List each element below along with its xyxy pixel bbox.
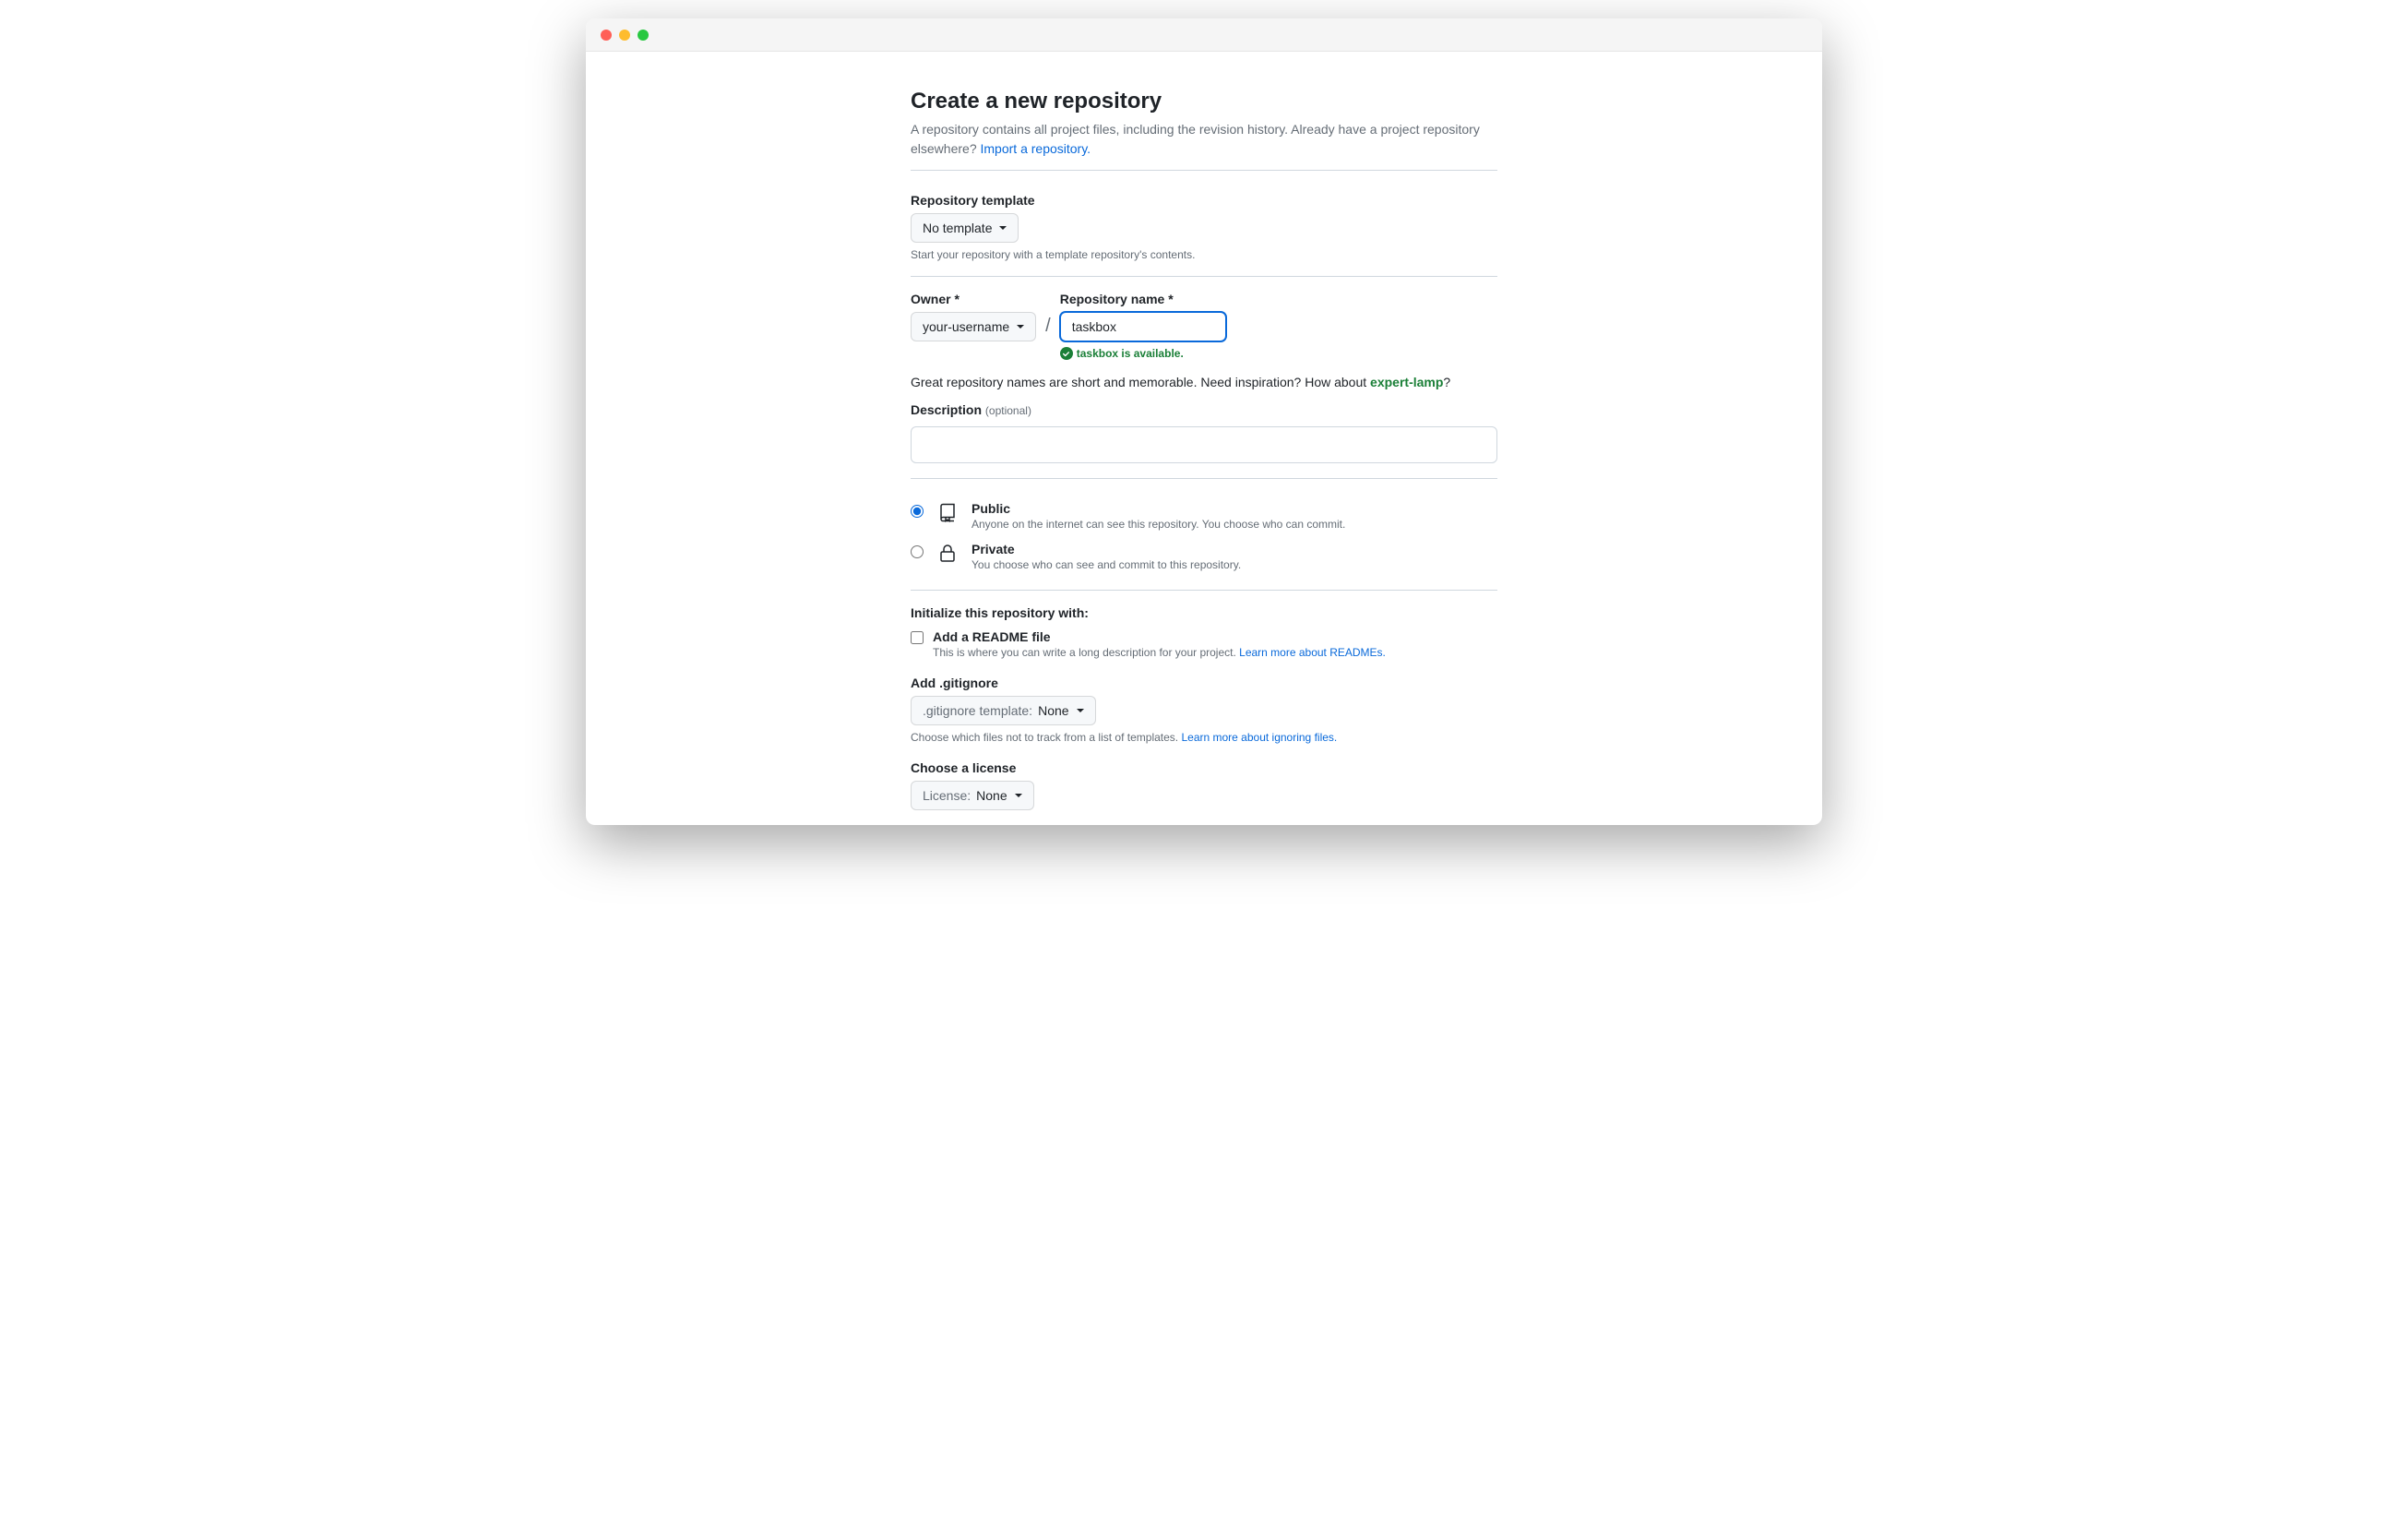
template-section: Repository template No template Start yo… — [911, 171, 1497, 276]
chevron-down-icon — [1015, 794, 1022, 797]
owner-value: your-username — [923, 317, 1009, 336]
availability-indicator: taskbox is available. — [1060, 347, 1226, 360]
license-dropdown[interactable]: License: None — [911, 781, 1034, 810]
page-content: Create a new repository A repository con… — [586, 52, 1822, 825]
license-value: None — [976, 786, 1007, 805]
gitignore-value: None — [1038, 701, 1068, 720]
public-radio[interactable] — [911, 505, 924, 518]
suggested-name-link[interactable]: expert-lamp — [1370, 375, 1443, 389]
private-content: Private You choose who can see and commi… — [972, 542, 1497, 571]
initialize-section: Initialize this repository with: Add a R… — [911, 591, 1497, 825]
private-title: Private — [972, 542, 1497, 556]
description-label: Description (optional) — [911, 402, 1497, 417]
public-desc: Anyone on the internet can see this repo… — [972, 518, 1497, 531]
license-prefix: License: — [923, 786, 971, 805]
initialize-title: Initialize this repository with: — [911, 605, 1497, 620]
visibility-section: Public Anyone on the internet can see th… — [911, 479, 1497, 590]
repo-name-input[interactable] — [1060, 312, 1226, 341]
private-radio[interactable] — [911, 545, 924, 558]
availability-text: taskbox is available. — [1077, 347, 1184, 360]
repo-icon — [936, 501, 959, 528]
gitignore-learn-more-link[interactable]: Learn more about ignoring files. — [1181, 731, 1337, 744]
owner-column: Owner * your-username — [911, 292, 1036, 341]
license-block: Choose a license License: None — [911, 760, 1497, 810]
gitignore-dropdown[interactable]: .gitignore template: None — [911, 696, 1096, 725]
check-circle-icon — [1060, 347, 1073, 360]
template-helper: Start your repository with a template re… — [911, 248, 1497, 261]
license-label: Choose a license — [911, 760, 1497, 775]
gitignore-label: Add .gitignore — [911, 676, 1497, 690]
gitignore-prefix: .gitignore template: — [923, 701, 1032, 720]
readme-row: Add a README file — [911, 629, 1497, 644]
name-section: Owner * your-username / Repository name … — [911, 277, 1497, 478]
page-title: Create a new repository — [911, 89, 1497, 114]
owner-label: Owner * — [911, 292, 1036, 306]
private-desc: You choose who can see and commit to thi… — [972, 558, 1497, 571]
traffic-lights — [601, 30, 649, 41]
public-title: Public — [972, 501, 1497, 516]
titlebar — [586, 18, 1822, 52]
form-container: Create a new repository A repository con… — [911, 89, 1497, 825]
gitignore-block: Add .gitignore .gitignore template: None… — [911, 676, 1497, 744]
import-repository-link[interactable]: Import a repository. — [981, 141, 1091, 156]
name-suggestion-text: Great repository names are short and mem… — [911, 375, 1497, 389]
description-input[interactable] — [911, 426, 1497, 463]
template-label: Repository template — [911, 193, 1497, 208]
slash-separator: / — [1045, 316, 1051, 337]
browser-window: Create a new repository A repository con… — [586, 18, 1822, 825]
public-content: Public Anyone on the internet can see th… — [972, 501, 1497, 531]
owner-repo-row: Owner * your-username / Repository name … — [911, 292, 1497, 360]
template-value: No template — [923, 219, 992, 237]
repo-name-column: Repository name * taskbox is available. — [1060, 292, 1226, 360]
lock-icon — [936, 542, 959, 568]
chevron-down-icon — [1017, 325, 1024, 329]
chevron-down-icon — [999, 226, 1007, 230]
readme-helper: This is where you can write a long descr… — [933, 646, 1497, 659]
readme-checkbox[interactable] — [911, 631, 924, 644]
minimize-icon[interactable] — [619, 30, 630, 41]
page-subtitle: A repository contains all project files,… — [911, 120, 1497, 159]
chevron-down-icon — [1077, 709, 1084, 712]
repo-name-label: Repository name * — [1060, 292, 1226, 306]
template-dropdown[interactable]: No template — [911, 213, 1019, 243]
visibility-public-row: Public Anyone on the internet can see th… — [911, 496, 1497, 536]
close-icon[interactable] — [601, 30, 612, 41]
visibility-private-row: Private You choose who can see and commi… — [911, 536, 1497, 577]
maximize-icon[interactable] — [638, 30, 649, 41]
optional-tag: (optional) — [985, 404, 1031, 417]
gitignore-helper: Choose which files not to track from a l… — [911, 731, 1497, 744]
readme-title: Add a README file — [933, 629, 1051, 644]
readme-learn-more-link[interactable]: Learn more about READMEs. — [1239, 646, 1386, 659]
owner-dropdown[interactable]: your-username — [911, 312, 1036, 341]
